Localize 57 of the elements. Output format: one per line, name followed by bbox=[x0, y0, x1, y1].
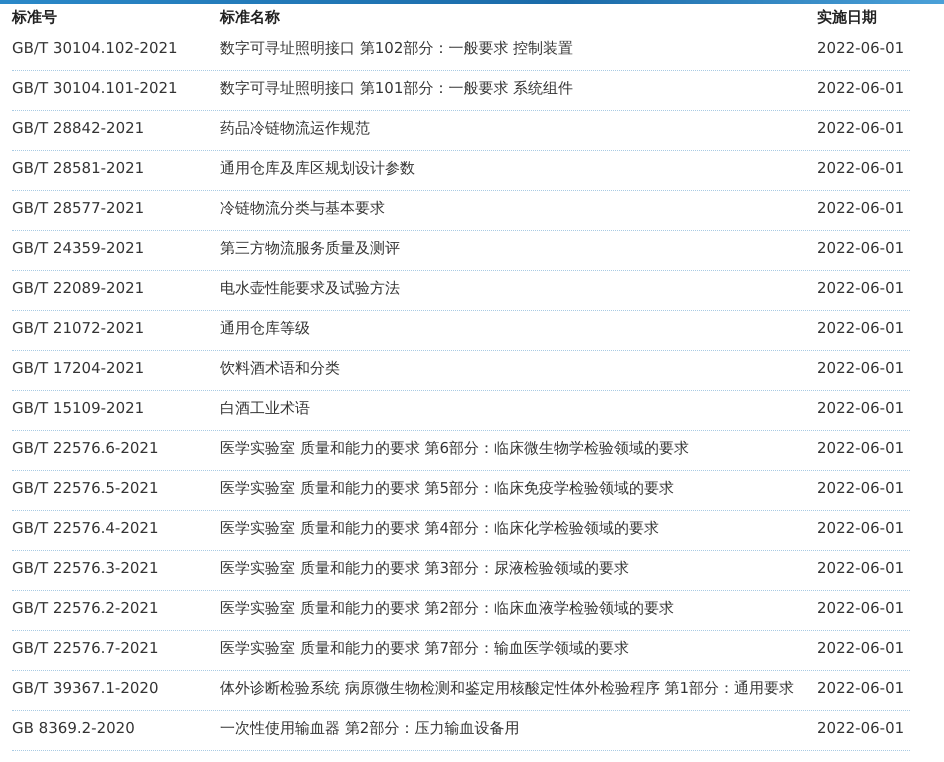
standard-number: GB/T 15109-2021 bbox=[12, 398, 146, 419]
standard-number: GB/T 21072-2021 bbox=[12, 318, 146, 339]
effective-date: 2022-06-01 bbox=[817, 638, 906, 659]
standard-number: GB/T 24359-2021 bbox=[12, 238, 146, 259]
effective-date: 2022-06-01 bbox=[817, 118, 906, 139]
effective-date: 2022-06-01 bbox=[817, 278, 906, 299]
standard-name: 白酒工业术语 bbox=[220, 398, 311, 419]
standard-name: 药品冷链物流运作规范 bbox=[220, 118, 371, 139]
standard-name: 通用仓库等级 bbox=[220, 318, 311, 339]
standard-name: 数字可寻址照明接口 第102部分：一般要求 控制装置 bbox=[220, 38, 574, 59]
standard-name: 医学实验室 质量和能力的要求 第3部分：尿液检验领域的要求 bbox=[220, 558, 630, 579]
standard-name: 电水壶性能要求及试验方法 bbox=[220, 278, 401, 299]
standard-number: GB/T 17204-2021 bbox=[12, 358, 146, 379]
effective-date: 2022-06-01 bbox=[817, 238, 906, 259]
standard-number: GB/T 39367.1-2020 bbox=[12, 678, 160, 699]
effective-date: 2022-06-01 bbox=[817, 598, 906, 619]
standard-number: GB/T 22576.7-2021 bbox=[12, 638, 160, 659]
standard-number: GB/T 30104.101-2021 bbox=[12, 78, 179, 99]
effective-date: 2022-06-01 bbox=[817, 358, 906, 379]
standard-name: 通用仓库及库区规划设计参数 bbox=[220, 158, 416, 179]
standard-name: 医学实验室 质量和能力的要求 第7部分：输血医学领域的要求 bbox=[220, 638, 630, 659]
column-header: 实施日期 bbox=[817, 7, 878, 28]
effective-date: 2022-06-01 bbox=[817, 558, 906, 579]
standard-name: 冷链物流分类与基本要求 bbox=[220, 198, 386, 219]
standard-number: GB/T 22576.5-2021 bbox=[12, 478, 160, 499]
effective-date: 2022-06-01 bbox=[817, 478, 906, 499]
effective-date: 2022-06-01 bbox=[817, 78, 906, 99]
standard-number: GB/T 22576.6-2021 bbox=[12, 438, 160, 459]
standard-name: 医学实验室 质量和能力的要求 第5部分：临床免疫学检验领域的要求 bbox=[220, 478, 676, 499]
standard-number: GB/T 30104.102-2021 bbox=[12, 38, 179, 59]
standard-name: 医学实验室 质量和能力的要求 第4部分：临床化学检验领域的要求 bbox=[220, 518, 660, 539]
effective-date: 2022-06-01 bbox=[817, 398, 906, 419]
standard-name: 第三方物流服务质量及测评 bbox=[220, 238, 401, 259]
standard-name: 医学实验室 质量和能力的要求 第2部分：临床血液学检验领域的要求 bbox=[220, 598, 676, 619]
effective-date: 2022-06-01 bbox=[817, 518, 906, 539]
standard-number: GB/T 22089-2021 bbox=[12, 278, 146, 299]
effective-date: 2022-06-01 bbox=[817, 718, 906, 739]
effective-date: 2022-06-01 bbox=[817, 38, 906, 59]
effective-date: 2022-06-01 bbox=[817, 198, 906, 219]
standard-number: GB/T 22576.3-2021 bbox=[12, 558, 160, 579]
standard-number: GB/T 28842-2021 bbox=[12, 118, 146, 139]
standard-number: GB/T 22576.2-2021 bbox=[12, 598, 160, 619]
column-header: 标准号 bbox=[12, 7, 58, 28]
standard-number: GB/T 28577-2021 bbox=[12, 198, 146, 219]
standard-name: 饮料酒术语和分类 bbox=[220, 358, 341, 379]
effective-date: 2022-06-01 bbox=[817, 318, 906, 339]
standard-number: GB 8369.2-2020 bbox=[12, 718, 136, 739]
effective-date: 2022-06-01 bbox=[817, 678, 906, 699]
standard-name: 一次性使用输血器 第2部分：压力输血设备用 bbox=[220, 718, 520, 739]
effective-date: 2022-06-01 bbox=[817, 158, 906, 179]
standard-number: GB/T 28581-2021 bbox=[12, 158, 146, 179]
column-header: 标准名称 bbox=[220, 7, 281, 28]
standard-number: GB/T 22576.4-2021 bbox=[12, 518, 160, 539]
effective-date: 2022-06-01 bbox=[817, 438, 906, 459]
standard-name: 数字可寻址照明接口 第101部分：一般要求 系统组件 bbox=[220, 78, 574, 99]
standard-name: 医学实验室 质量和能力的要求 第6部分：临床微生物学检验领域的要求 bbox=[220, 438, 690, 459]
standard-name: 体外诊断检验系统 病原微生物检测和鉴定用核酸定性体外检验程序 第1部分：通用要求 bbox=[220, 678, 796, 699]
